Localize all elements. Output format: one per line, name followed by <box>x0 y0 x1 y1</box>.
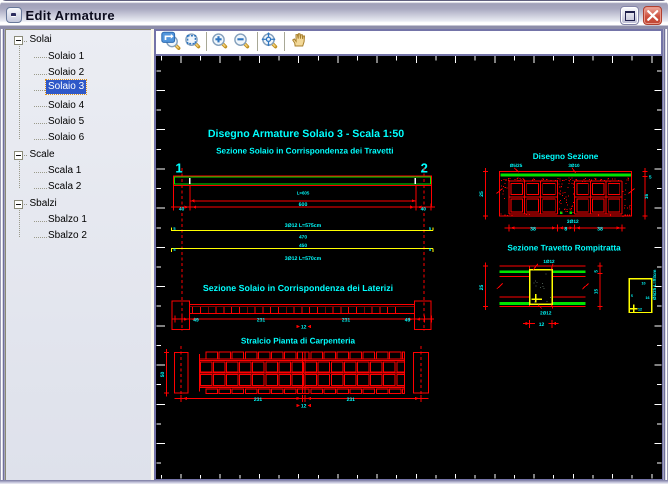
svg-text:470: 470 <box>299 234 307 240</box>
svg-text:12: 12 <box>539 322 545 328</box>
svg-text:1Ø12: 1Ø12 <box>543 259 555 264</box>
svg-text:50: 50 <box>160 372 166 378</box>
svg-text:3Ø12 L=575cm: 3Ø12 L=575cm <box>285 223 322 229</box>
svg-text:5: 5 <box>173 247 176 252</box>
svg-text:Ø5/25 L=93cm: Ø5/25 L=93cm <box>652 270 657 300</box>
svg-text:5: 5 <box>631 294 633 298</box>
svg-text:5: 5 <box>649 175 652 180</box>
svg-text:231: 231 <box>342 317 351 323</box>
svg-text:38: 38 <box>530 227 536 233</box>
svg-text:38: 38 <box>597 227 603 233</box>
svg-text:10: 10 <box>642 282 646 286</box>
svg-text:1: 1 <box>175 160 182 175</box>
svg-text:Sezione Solaio in Corrisponden: Sezione Solaio in Corrispondenza dei Lat… <box>203 283 393 293</box>
svg-text:Sezione Travetto Rompitratta: Sezione Travetto Rompitratta <box>507 243 621 252</box>
svg-text:16: 16 <box>646 296 650 300</box>
svg-text:8: 8 <box>564 227 567 233</box>
svg-text:3Ø10: 3Ø10 <box>568 163 580 168</box>
svg-text:2Ø12: 2Ø12 <box>540 311 552 316</box>
svg-text:25: 25 <box>479 285 485 291</box>
svg-text:Sezione Solaio in Corrisponden: Sezione Solaio in Corrispondenza dei Tra… <box>216 147 393 156</box>
svg-text:Disegno Armature Solaio 3 - Sc: Disegno Armature Solaio 3 - Scala 1:50 <box>208 128 404 140</box>
svg-text:600: 600 <box>299 202 308 208</box>
svg-text:Ø5/25: Ø5/25 <box>510 163 523 168</box>
svg-text:3Ø12: 3Ø12 <box>567 219 579 225</box>
svg-text:231: 231 <box>257 317 266 323</box>
svg-text:15: 15 <box>594 289 599 295</box>
svg-text:450: 450 <box>299 243 307 249</box>
svg-text:12: 12 <box>301 403 307 409</box>
svg-text:5: 5 <box>594 270 599 273</box>
svg-text:12: 12 <box>301 324 307 330</box>
svg-text:12: 12 <box>638 308 642 312</box>
svg-text:231: 231 <box>254 397 263 403</box>
svg-text:40: 40 <box>179 206 185 212</box>
svg-text:L=605: L=605 <box>297 191 310 196</box>
svg-text:16: 16 <box>644 194 649 200</box>
svg-text:2: 2 <box>421 160 428 175</box>
svg-text:5: 5 <box>429 247 432 252</box>
svg-text:Stralcio Pianta di Carpenteria: Stralcio Pianta di Carpenteria <box>241 337 356 346</box>
svg-text:49: 49 <box>193 317 199 323</box>
svg-text:3Ø12 L=570cm: 3Ø12 L=570cm <box>285 256 322 262</box>
svg-text:40: 40 <box>421 206 427 212</box>
svg-text:231: 231 <box>347 397 356 403</box>
svg-text:25: 25 <box>479 191 485 197</box>
svg-text:49: 49 <box>405 317 411 323</box>
svg-text:Disegno Sezione: Disegno Sezione <box>533 152 599 161</box>
